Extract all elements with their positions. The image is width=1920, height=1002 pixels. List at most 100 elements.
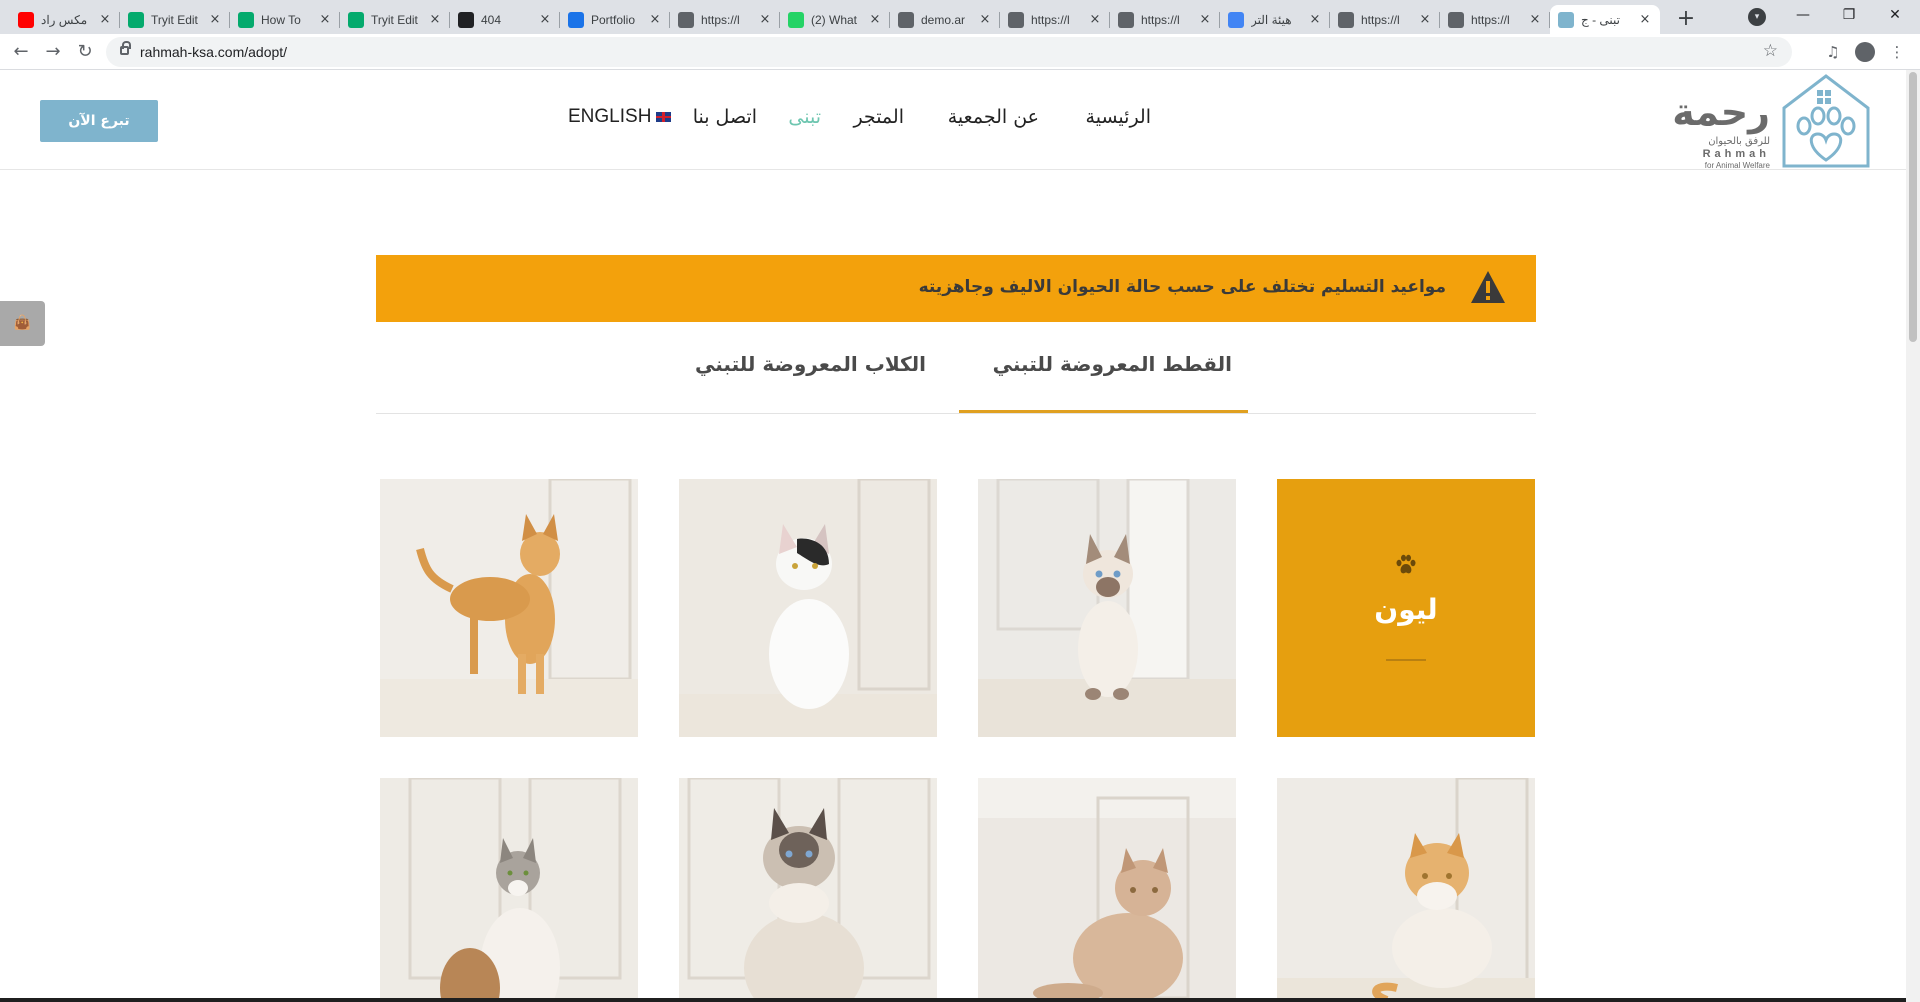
w3schools-icon xyxy=(128,11,144,28)
browser-tab-title: https://l xyxy=(1361,12,1400,27)
media-control-icon[interactable]: ♫ xyxy=(1822,41,1844,63)
white-black-cat-photo xyxy=(679,479,937,737)
browser-tab[interactable]: مكس راد × xyxy=(10,5,120,34)
browser-tab[interactable]: https://l × xyxy=(1110,5,1220,34)
cat-card-cream[interactable] xyxy=(978,778,1236,1002)
tab-close-icon[interactable]: × xyxy=(1418,12,1432,27)
tab-close-icon[interactable]: × xyxy=(978,12,992,27)
bag-icon: 👜 xyxy=(13,315,32,331)
browser-tab[interactable]: 404 × xyxy=(450,5,560,34)
reload-icon[interactable]: ↻ xyxy=(72,39,98,65)
siamese-cat-photo xyxy=(978,479,1236,737)
cat-card-calico[interactable] xyxy=(380,778,638,1002)
cream-cat-photo xyxy=(978,778,1236,1002)
browser-tab[interactable]: هيئة التر × xyxy=(1220,5,1330,34)
globe-icon xyxy=(1118,11,1134,28)
tab-close-icon[interactable]: × xyxy=(98,12,112,27)
nav-contact[interactable]: اتصل بنا xyxy=(693,106,757,128)
browser-tab[interactable]: How To × xyxy=(230,5,340,34)
tab-close-icon[interactable]: × xyxy=(208,12,222,27)
browser-tab-title: https://l xyxy=(1471,12,1510,27)
tab-close-icon[interactable]: × xyxy=(868,12,882,27)
new-tab-button[interactable]: + xyxy=(1672,6,1700,34)
portfolio-icon xyxy=(568,11,584,28)
scrollbar-thumb[interactable] xyxy=(1909,72,1917,342)
browser-tab[interactable]: https://l × xyxy=(1330,5,1440,34)
page-scrollbar[interactable] xyxy=(1906,70,1920,1002)
browser-tab-title: (2) What xyxy=(811,12,858,27)
profile-avatar[interactable] xyxy=(1855,42,1875,62)
nav-english[interactable]: ENGLISH xyxy=(568,106,672,128)
active-tab-underline xyxy=(959,410,1248,413)
paw-icon xyxy=(1396,554,1416,574)
google-icon xyxy=(1228,11,1244,28)
browser-tab[interactable]: Tryit Edit × xyxy=(120,5,230,34)
menu-kebab-icon[interactable]: ⋮ xyxy=(1886,41,1908,63)
browser-tab-title: Portfolio xyxy=(591,12,636,27)
notification-badge-icon xyxy=(788,11,804,28)
tab-search-icon[interactable]: ▾ xyxy=(1748,8,1766,26)
tab-close-icon[interactable]: × xyxy=(1638,12,1652,27)
tab-close-icon[interactable]: × xyxy=(428,12,442,27)
featured-pet-name: ليون xyxy=(1374,593,1438,626)
cat-card-siamese[interactable] xyxy=(978,479,1236,737)
globe-icon xyxy=(1008,11,1024,28)
bookmark-star-icon[interactable]: ☆ xyxy=(1763,41,1778,61)
cart-side-button[interactable]: 👜 xyxy=(0,301,45,346)
tab-cats-for-adoption[interactable]: القطط المعروضة للتبني xyxy=(993,352,1232,376)
delivery-notice-banner: مواعيد التسليم تختلف على حسب حالة الحيوا… xyxy=(376,255,1536,322)
browser-tab[interactable]: https://l × xyxy=(670,5,780,34)
nav-home[interactable]: الرئيسية xyxy=(1086,106,1151,128)
restore-button[interactable]: ❐ xyxy=(1826,0,1872,30)
tab-close-icon[interactable]: × xyxy=(1198,12,1212,27)
cat-card-white-black[interactable] xyxy=(679,479,937,737)
cat-card-orange[interactable] xyxy=(380,479,638,737)
nav-store[interactable]: المتجر xyxy=(853,106,904,128)
nav-english-label: ENGLISH xyxy=(568,106,652,127)
tab-close-icon[interactable]: × xyxy=(318,12,332,27)
browser-tab-title: 404 xyxy=(481,12,502,27)
lock-icon xyxy=(120,41,131,55)
warning-triangle-icon xyxy=(1471,271,1505,303)
close-window-button[interactable]: ✕ xyxy=(1872,0,1918,30)
browser-tab-title: هيئة التر xyxy=(1251,12,1292,27)
browser-tab-title: demo.ar xyxy=(921,12,966,27)
minimize-button[interactable]: — xyxy=(1780,0,1826,30)
calico-cat-photo xyxy=(380,778,638,1002)
donate-now-button[interactable]: تبرع الآن xyxy=(40,100,158,142)
browser-tab-title: https://l xyxy=(1141,12,1180,27)
tab-close-icon[interactable]: × xyxy=(648,12,662,27)
browser-tab-title: https://l xyxy=(701,12,740,27)
browser-tab[interactable]: https://l × xyxy=(1000,5,1110,34)
nav-adopt[interactable]: تبنى xyxy=(788,106,821,128)
tab-close-icon[interactable]: × xyxy=(1528,12,1542,27)
cat-card-fluffy-gray[interactable] xyxy=(679,778,937,1002)
logo-english-subtitle: for Animal Welfare xyxy=(1704,161,1770,170)
rahmah-icon xyxy=(1558,11,1574,28)
address-bar[interactable]: rahmah-ksa.com/adopt/ ☆ xyxy=(106,37,1792,67)
back-arrow-icon[interactable]: ← xyxy=(8,39,34,65)
browser-tab[interactable]: تبنى - ج × xyxy=(1550,5,1660,34)
tab-close-icon[interactable]: × xyxy=(758,12,772,27)
tab-close-icon[interactable]: × xyxy=(538,12,552,27)
browser-tab[interactable]: https://l × xyxy=(1440,5,1550,34)
notice-text: مواعيد التسليم تختلف على حسب حالة الحيوا… xyxy=(918,277,1446,297)
url-text[interactable]: rahmah-ksa.com/adopt/ xyxy=(140,44,287,60)
browser-tab[interactable]: (2) What × xyxy=(780,5,890,34)
featured-pet-card-leon[interactable]: ليون xyxy=(1277,479,1535,737)
adopt-category-tabs: القطط المعروضة للتبني الكلاب المعروضة لل… xyxy=(376,340,1536,414)
forward-arrow-icon[interactable]: → xyxy=(40,39,66,65)
nav-about[interactable]: عن الجمعية xyxy=(948,106,1039,128)
cat-card-orange-white[interactable] xyxy=(1277,778,1535,1002)
browser-tab[interactable]: demo.ar × xyxy=(890,5,1000,34)
browser-tab[interactable]: Tryit Edit × xyxy=(340,5,450,34)
tab-close-icon[interactable]: × xyxy=(1308,12,1322,27)
w3schools-icon xyxy=(348,11,364,28)
tab-close-icon[interactable]: × xyxy=(1088,12,1102,27)
tab-dogs-for-adoption[interactable]: الكلاب المعروضة للتبني xyxy=(695,352,926,376)
logo-english-text: Rahmah xyxy=(1702,148,1770,160)
browser-toolbar: ← → ↻ rahmah-ksa.com/adopt/ ☆ ♫ ⋮ xyxy=(0,34,1920,70)
uk-flag-icon xyxy=(656,111,672,122)
browser-tab[interactable]: Portfolio × xyxy=(560,5,670,34)
w3schools-icon xyxy=(238,11,254,28)
